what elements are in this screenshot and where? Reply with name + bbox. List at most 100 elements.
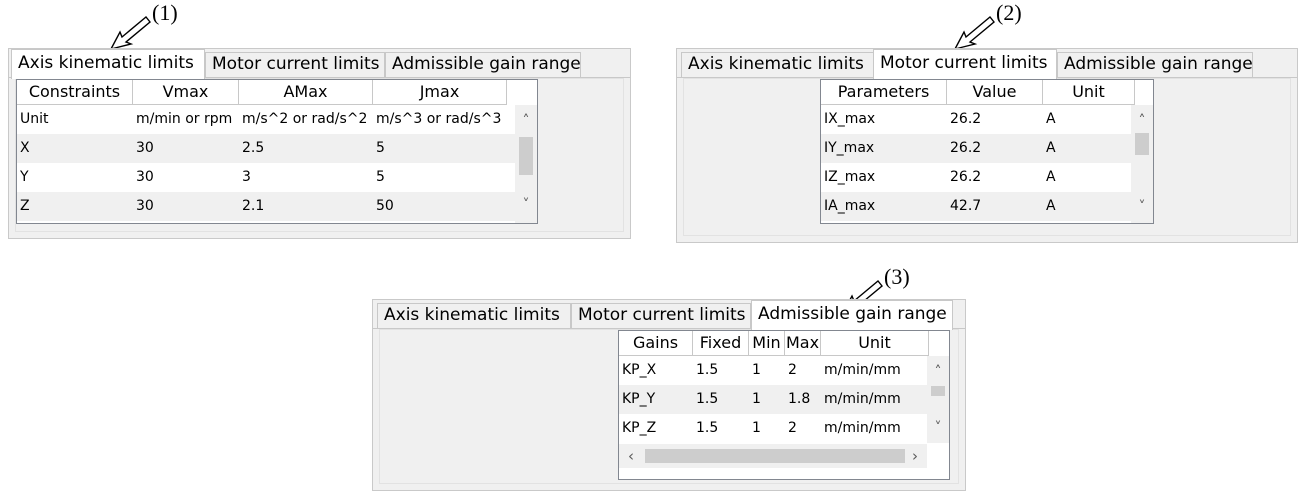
horizontal-scrollbar[interactable]: ‹ › <box>619 444 927 468</box>
panel-axis-kinematic-limits: Axis kinematic limits Motor current limi… <box>8 48 631 239</box>
chevron-right-icon[interactable]: › <box>905 444 925 468</box>
cell-max: 2 <box>788 362 797 378</box>
cell-vmax: 30 <box>136 169 154 185</box>
tab-axis-kinematic-limits[interactable]: Axis kinematic limits <box>11 49 205 79</box>
cell-unit: m/min/mm <box>824 391 901 407</box>
chevron-up-icon[interactable]: ˄ <box>1131 109 1153 133</box>
tab-motor-current-limits[interactable]: Motor current limits <box>205 52 385 77</box>
table-row[interactable]: IY_max 26.2 A <box>821 134 1135 163</box>
table-row[interactable]: X 30 2.5 5 <box>17 134 515 163</box>
cell-value: 26.2 <box>950 140 982 156</box>
cell-unit: A <box>1046 111 1056 127</box>
column-header-vmax[interactable]: Vmax <box>133 80 239 105</box>
vertical-scrollbar[interactable]: ˄ ˅ <box>1131 105 1153 223</box>
cell-jmax: 5 <box>376 140 385 156</box>
cell-gain: KP_X <box>622 362 657 378</box>
tab-bar: Axis kinematic limits Motor current limi… <box>677 49 1297 79</box>
table-row[interactable]: IZ_max 26.2 A <box>821 163 1135 192</box>
panel-admissible-gain-range: Axis kinematic limits Motor current limi… <box>372 299 966 491</box>
column-header-gains[interactable]: Gains <box>619 331 693 356</box>
tab-bar: Axis kinematic limits Motor current limi… <box>9 49 630 79</box>
tab-axis-kinematic-limits[interactable]: Axis kinematic limits <box>681 52 875 77</box>
chevron-up-icon[interactable]: ˄ <box>515 109 537 133</box>
column-header-fixed[interactable]: Fixed <box>693 331 749 356</box>
tab-content: Constraints Vmax AMax Jmax Unit m/min or… <box>15 78 624 232</box>
chevron-left-icon[interactable]: ‹ <box>621 444 641 468</box>
cell-value: 26.2 <box>950 111 982 127</box>
cell-parameter: IX_max <box>824 111 876 127</box>
annotation-arrow-2-icon <box>953 16 995 51</box>
tab-motor-current-limits[interactable]: Motor current limits <box>873 49 1057 79</box>
annotation-label-2: (2) <box>996 0 1022 25</box>
tab-bar: Axis kinematic limits Motor current limi… <box>373 300 965 330</box>
kinematic-limits-table: Constraints Vmax AMax Jmax Unit m/min or… <box>16 79 538 224</box>
cell-constraint: X <box>20 140 30 156</box>
table-row[interactable]: KP_Y 1.5 1 1.8 m/min/mm <box>619 385 927 414</box>
table-row[interactable]: KP_X 1.5 1 2 m/min/mm <box>619 356 927 385</box>
cell-gain: KP_Y <box>622 391 656 407</box>
vertical-scrollbar[interactable]: ˄ ˅ <box>927 356 949 443</box>
scroll-thumb[interactable] <box>1135 133 1149 155</box>
column-header-value[interactable]: Value <box>947 80 1043 105</box>
current-limits-table: Parameters Value Unit IX_max 26.2 A IY_m… <box>820 79 1154 224</box>
cell-value: 42.7 <box>950 198 982 214</box>
column-header-constraints[interactable]: Constraints <box>17 80 133 105</box>
tab-content: Gains Fixed Min Max Unit KP_X 1.5 1 2 m/… <box>379 329 959 484</box>
scroll-thumb[interactable] <box>931 386 945 396</box>
tab-admissible-gain-range[interactable]: Admissible gain range <box>751 300 953 330</box>
column-header-jmax[interactable]: Jmax <box>373 80 507 105</box>
cell-constraint: Z <box>20 198 30 214</box>
chevron-down-icon[interactable]: ˅ <box>927 416 949 440</box>
cell-parameter: IZ_max <box>824 169 876 185</box>
cell-parameter: IA_max <box>824 198 876 214</box>
cell-constraint: Unit <box>20 111 49 127</box>
cell-unit: m/min/mm <box>824 362 901 378</box>
column-header-min[interactable]: Min <box>749 331 785 356</box>
tab-axis-kinematic-limits[interactable]: Axis kinematic limits <box>377 303 571 328</box>
scroll-thumb[interactable] <box>519 137 533 175</box>
cell-max: 1.8 <box>788 391 811 407</box>
tab-admissible-gain-range[interactable]: Admissible gain range <box>385 52 581 77</box>
cell-fixed: 1.5 <box>696 362 719 378</box>
cell-amax: 2.1 <box>242 198 265 214</box>
cell-vmax: m/min or rpm <box>136 111 233 127</box>
cell-min: 1 <box>752 391 761 407</box>
cell-vmax: 30 <box>136 198 154 214</box>
cell-amax: m/s^2 or rad/s^2 <box>242 111 368 127</box>
chevron-down-icon[interactable]: ˅ <box>515 193 537 217</box>
cell-vmax: 30 <box>136 140 154 156</box>
tab-content: Parameters Value Unit IX_max 26.2 A IY_m… <box>683 78 1291 236</box>
cell-unit: A <box>1046 169 1056 185</box>
column-header-unit[interactable]: Unit <box>1043 80 1135 105</box>
cell-fixed: 1.5 <box>696 420 719 436</box>
table-row[interactable]: KP_Z 1.5 1 2 m/min/mm <box>619 414 927 443</box>
cell-unit: A <box>1046 198 1056 214</box>
cell-gain: KP_Z <box>622 420 657 436</box>
annotation-label-1: (1) <box>152 0 178 25</box>
table-row[interactable]: Unit m/min or rpm m/s^2 or rad/s^2 m/s^3… <box>17 105 515 134</box>
cell-max: 2 <box>788 420 797 436</box>
scroll-thumb[interactable] <box>645 449 905 463</box>
chevron-down-icon[interactable]: ˅ <box>1131 195 1153 219</box>
tab-motor-current-limits[interactable]: Motor current limits <box>571 303 751 328</box>
column-header-unit[interactable]: Unit <box>821 331 929 356</box>
annotation-label-3: (3) <box>884 264 910 289</box>
cell-amax: 3 <box>242 169 251 185</box>
chevron-up-icon[interactable]: ˄ <box>927 360 949 384</box>
column-header-max[interactable]: Max <box>785 331 821 356</box>
gain-range-table: Gains Fixed Min Max Unit KP_X 1.5 1 2 m/… <box>618 330 950 480</box>
cell-min: 1 <box>752 362 761 378</box>
cell-amax: 2.5 <box>242 140 265 156</box>
column-header-amax[interactable]: AMax <box>239 80 373 105</box>
table-row[interactable]: Y 30 3 5 <box>17 163 515 192</box>
cell-value: 26.2 <box>950 169 982 185</box>
column-header-parameters[interactable]: Parameters <box>821 80 947 105</box>
panel-motor-current-limits: Axis kinematic limits Motor current limi… <box>676 48 1298 243</box>
table-row[interactable]: IA_max 42.7 A <box>821 192 1135 221</box>
table-row[interactable]: Z 30 2.1 50 <box>17 192 515 221</box>
table-row[interactable]: IX_max 26.2 A <box>821 105 1135 134</box>
cell-jmax: m/s^3 or rad/s^3 <box>376 111 502 127</box>
cell-parameter: IY_max <box>824 140 875 156</box>
tab-admissible-gain-range[interactable]: Admissible gain range <box>1057 52 1253 77</box>
vertical-scrollbar[interactable]: ˄ ˅ <box>515 105 537 223</box>
